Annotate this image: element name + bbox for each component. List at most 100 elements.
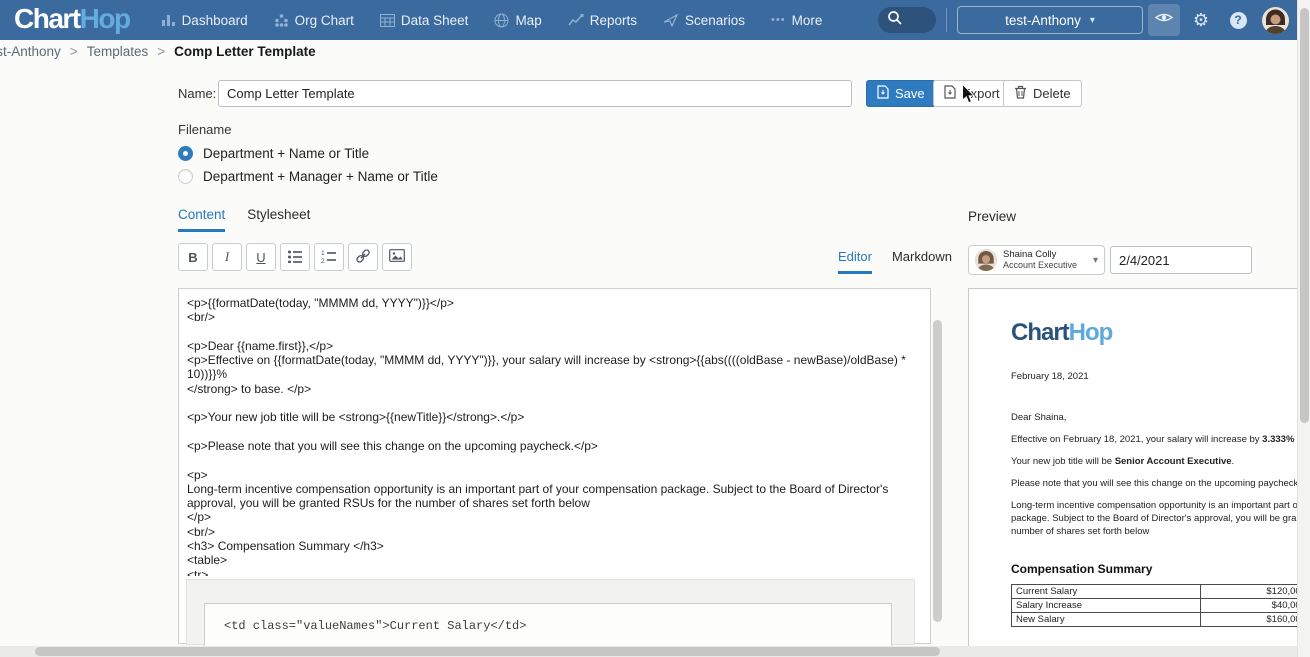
chevron-down-icon: ▾ xyxy=(1093,255,1098,266)
template-code-editor[interactable]: <p>{{formatDate(today, "MMMM dd, YYYY")}… xyxy=(178,288,931,644)
tab-content[interactable]: Content xyxy=(178,207,225,232)
italic-button[interactable]: I xyxy=(212,243,242,271)
trash-icon xyxy=(1014,85,1027,102)
doc-logo-hop: Hop xyxy=(1069,319,1113,346)
tab-stylesheet[interactable]: Stylesheet xyxy=(247,207,310,232)
row-value: $120,000 xyxy=(1201,585,1298,599)
scenarios-icon xyxy=(663,14,679,27)
letter-preview-document: ChartHop February 18, 2021 Dear Shaina, … xyxy=(968,288,1297,657)
para-text: Effective on February 18, 2021, your sal… xyxy=(1011,434,1262,445)
dashboard-icon xyxy=(161,13,176,27)
underline-button[interactable]: U xyxy=(246,243,276,271)
compensation-summary-heading: Compensation Summary xyxy=(1011,562,1297,576)
person-name: Shaina Colly xyxy=(1003,250,1087,260)
help-button[interactable]: ? xyxy=(1222,4,1254,36)
breadcrumb-separator: > xyxy=(70,44,78,59)
numbered-list-button[interactable]: 12 xyxy=(314,243,344,271)
window-vertical-scrollbar[interactable] xyxy=(1297,0,1310,657)
para-text: Your new job title will be xyxy=(1011,456,1115,467)
nav-item-label: Scenarios xyxy=(685,13,745,28)
link-button[interactable] xyxy=(348,243,378,271)
tab-editor[interactable]: Editor xyxy=(838,249,872,274)
svg-text:2: 2 xyxy=(321,258,325,263)
reports-icon xyxy=(568,13,584,27)
code-snippet-box[interactable]: <td class="valueNames">Current Salary</t… xyxy=(204,603,892,648)
name-label: Name: xyxy=(178,86,216,101)
filename-option-dept-name[interactable]: Department + Name or Title xyxy=(178,146,369,161)
map-icon xyxy=(494,13,509,28)
document-paragraph-paycheck: Please note that you will see this chang… xyxy=(1011,477,1297,490)
image-button[interactable] xyxy=(382,243,412,271)
export-icon xyxy=(944,85,956,102)
nav-item-scenarios[interactable]: Scenarios xyxy=(663,13,745,28)
horizontal-scrollbar-thumb[interactable] xyxy=(35,647,940,656)
chevron-down-icon: ▾ xyxy=(1090,15,1095,26)
gear-icon: ⚙ xyxy=(1193,11,1209,29)
search-button[interactable] xyxy=(878,7,936,33)
delete-button[interactable]: Delete xyxy=(1003,80,1082,107)
table-row: Current Salary $120,000 xyxy=(1012,585,1298,599)
nav-item-label: Reports xyxy=(590,13,637,28)
charthop-logo[interactable]: ChartHop xyxy=(0,3,148,37)
breadcrumb: test-Anthony > Templates > Comp Letter T… xyxy=(0,44,316,59)
new-job-title: Senior Account Executive xyxy=(1115,456,1232,467)
document-date: February 18, 2021 xyxy=(1011,371,1297,382)
nav-item-map[interactable]: Map xyxy=(494,13,541,28)
bullet-list-icon xyxy=(287,249,303,266)
numbered-list-icon: 12 xyxy=(321,249,337,266)
nav-item-label: More xyxy=(792,13,823,28)
org-selector[interactable]: test-Anthony ▾ xyxy=(957,6,1143,34)
svg-text:1: 1 xyxy=(321,250,325,257)
user-avatar[interactable] xyxy=(1262,7,1289,34)
nav-item-label: Dashboard xyxy=(182,13,248,28)
preview-date-input[interactable] xyxy=(1110,246,1252,274)
tab-markdown[interactable]: Markdown xyxy=(892,249,952,274)
editor-scrollbar[interactable] xyxy=(933,320,942,622)
avatar-image xyxy=(1262,7,1289,34)
document-paragraph-title: Your new job title will be Senior Accoun… xyxy=(1011,455,1297,468)
help-icon: ? xyxy=(1230,12,1247,29)
preview-person-selector[interactable]: Shaina Colly Account Executive ▾ xyxy=(968,245,1105,275)
export-button[interactable]: Export xyxy=(933,80,1011,107)
person-avatar xyxy=(975,249,997,271)
nav-item-dashboard[interactable]: Dashboard xyxy=(161,13,248,28)
save-button[interactable]: Save xyxy=(866,80,936,107)
row-value: $40,000 xyxy=(1201,599,1298,613)
eye-icon xyxy=(1155,11,1173,29)
row-label: Current Salary xyxy=(1012,585,1201,599)
radio-unselected-icon[interactable] xyxy=(178,169,193,184)
image-icon xyxy=(389,249,405,265)
nav-item-more[interactable]: ••• More xyxy=(771,13,822,28)
nav-item-org-chart[interactable]: Org Chart xyxy=(274,13,354,28)
radio-selected-icon[interactable] xyxy=(178,146,193,161)
radio-option-label: Department + Manager + Name or Title xyxy=(203,169,438,184)
editor-toolbar: B I U 12 xyxy=(178,243,412,271)
bullet-list-button[interactable] xyxy=(280,243,310,271)
document-charthop-logo: ChartHop xyxy=(1011,319,1297,347)
person-title: Account Executive xyxy=(1003,260,1087,270)
bold-button[interactable]: B xyxy=(178,243,208,271)
nav-item-label: Org Chart xyxy=(295,13,354,28)
save-button-label: Save xyxy=(895,86,925,101)
data-sheet-icon xyxy=(380,14,395,27)
logo-text-chart: Chart xyxy=(14,3,80,34)
delete-button-label: Delete xyxy=(1033,86,1071,101)
nav-item-reports[interactable]: Reports xyxy=(568,13,637,28)
template-name-input[interactable] xyxy=(218,80,852,107)
row-label: Salary Increase xyxy=(1012,599,1201,613)
filename-option-dept-manager-name[interactable]: Department + Manager + Name or Title xyxy=(178,169,438,184)
topbar-divider xyxy=(946,8,947,32)
link-icon xyxy=(355,248,371,267)
vertical-scrollbar-thumb[interactable] xyxy=(1300,8,1309,423)
settings-button[interactable]: ⚙ xyxy=(1185,4,1217,36)
window-horizontal-scrollbar[interactable] xyxy=(0,646,1297,657)
more-icon: ••• xyxy=(771,14,786,26)
view-eye-button[interactable] xyxy=(1148,4,1180,36)
template-code-content[interactable]: <p>{{formatDate(today, "MMMM dd, YYYY")}… xyxy=(187,296,914,576)
preview-label: Preview xyxy=(968,209,1016,224)
breadcrumb-templates[interactable]: Templates xyxy=(87,44,149,59)
org-selector-label: test-Anthony xyxy=(1005,13,1081,28)
table-row: New Salary $160,000 xyxy=(1012,613,1298,627)
nav-item-data-sheet[interactable]: Data Sheet xyxy=(380,13,469,28)
breadcrumb-org[interactable]: test-Anthony xyxy=(0,44,61,59)
